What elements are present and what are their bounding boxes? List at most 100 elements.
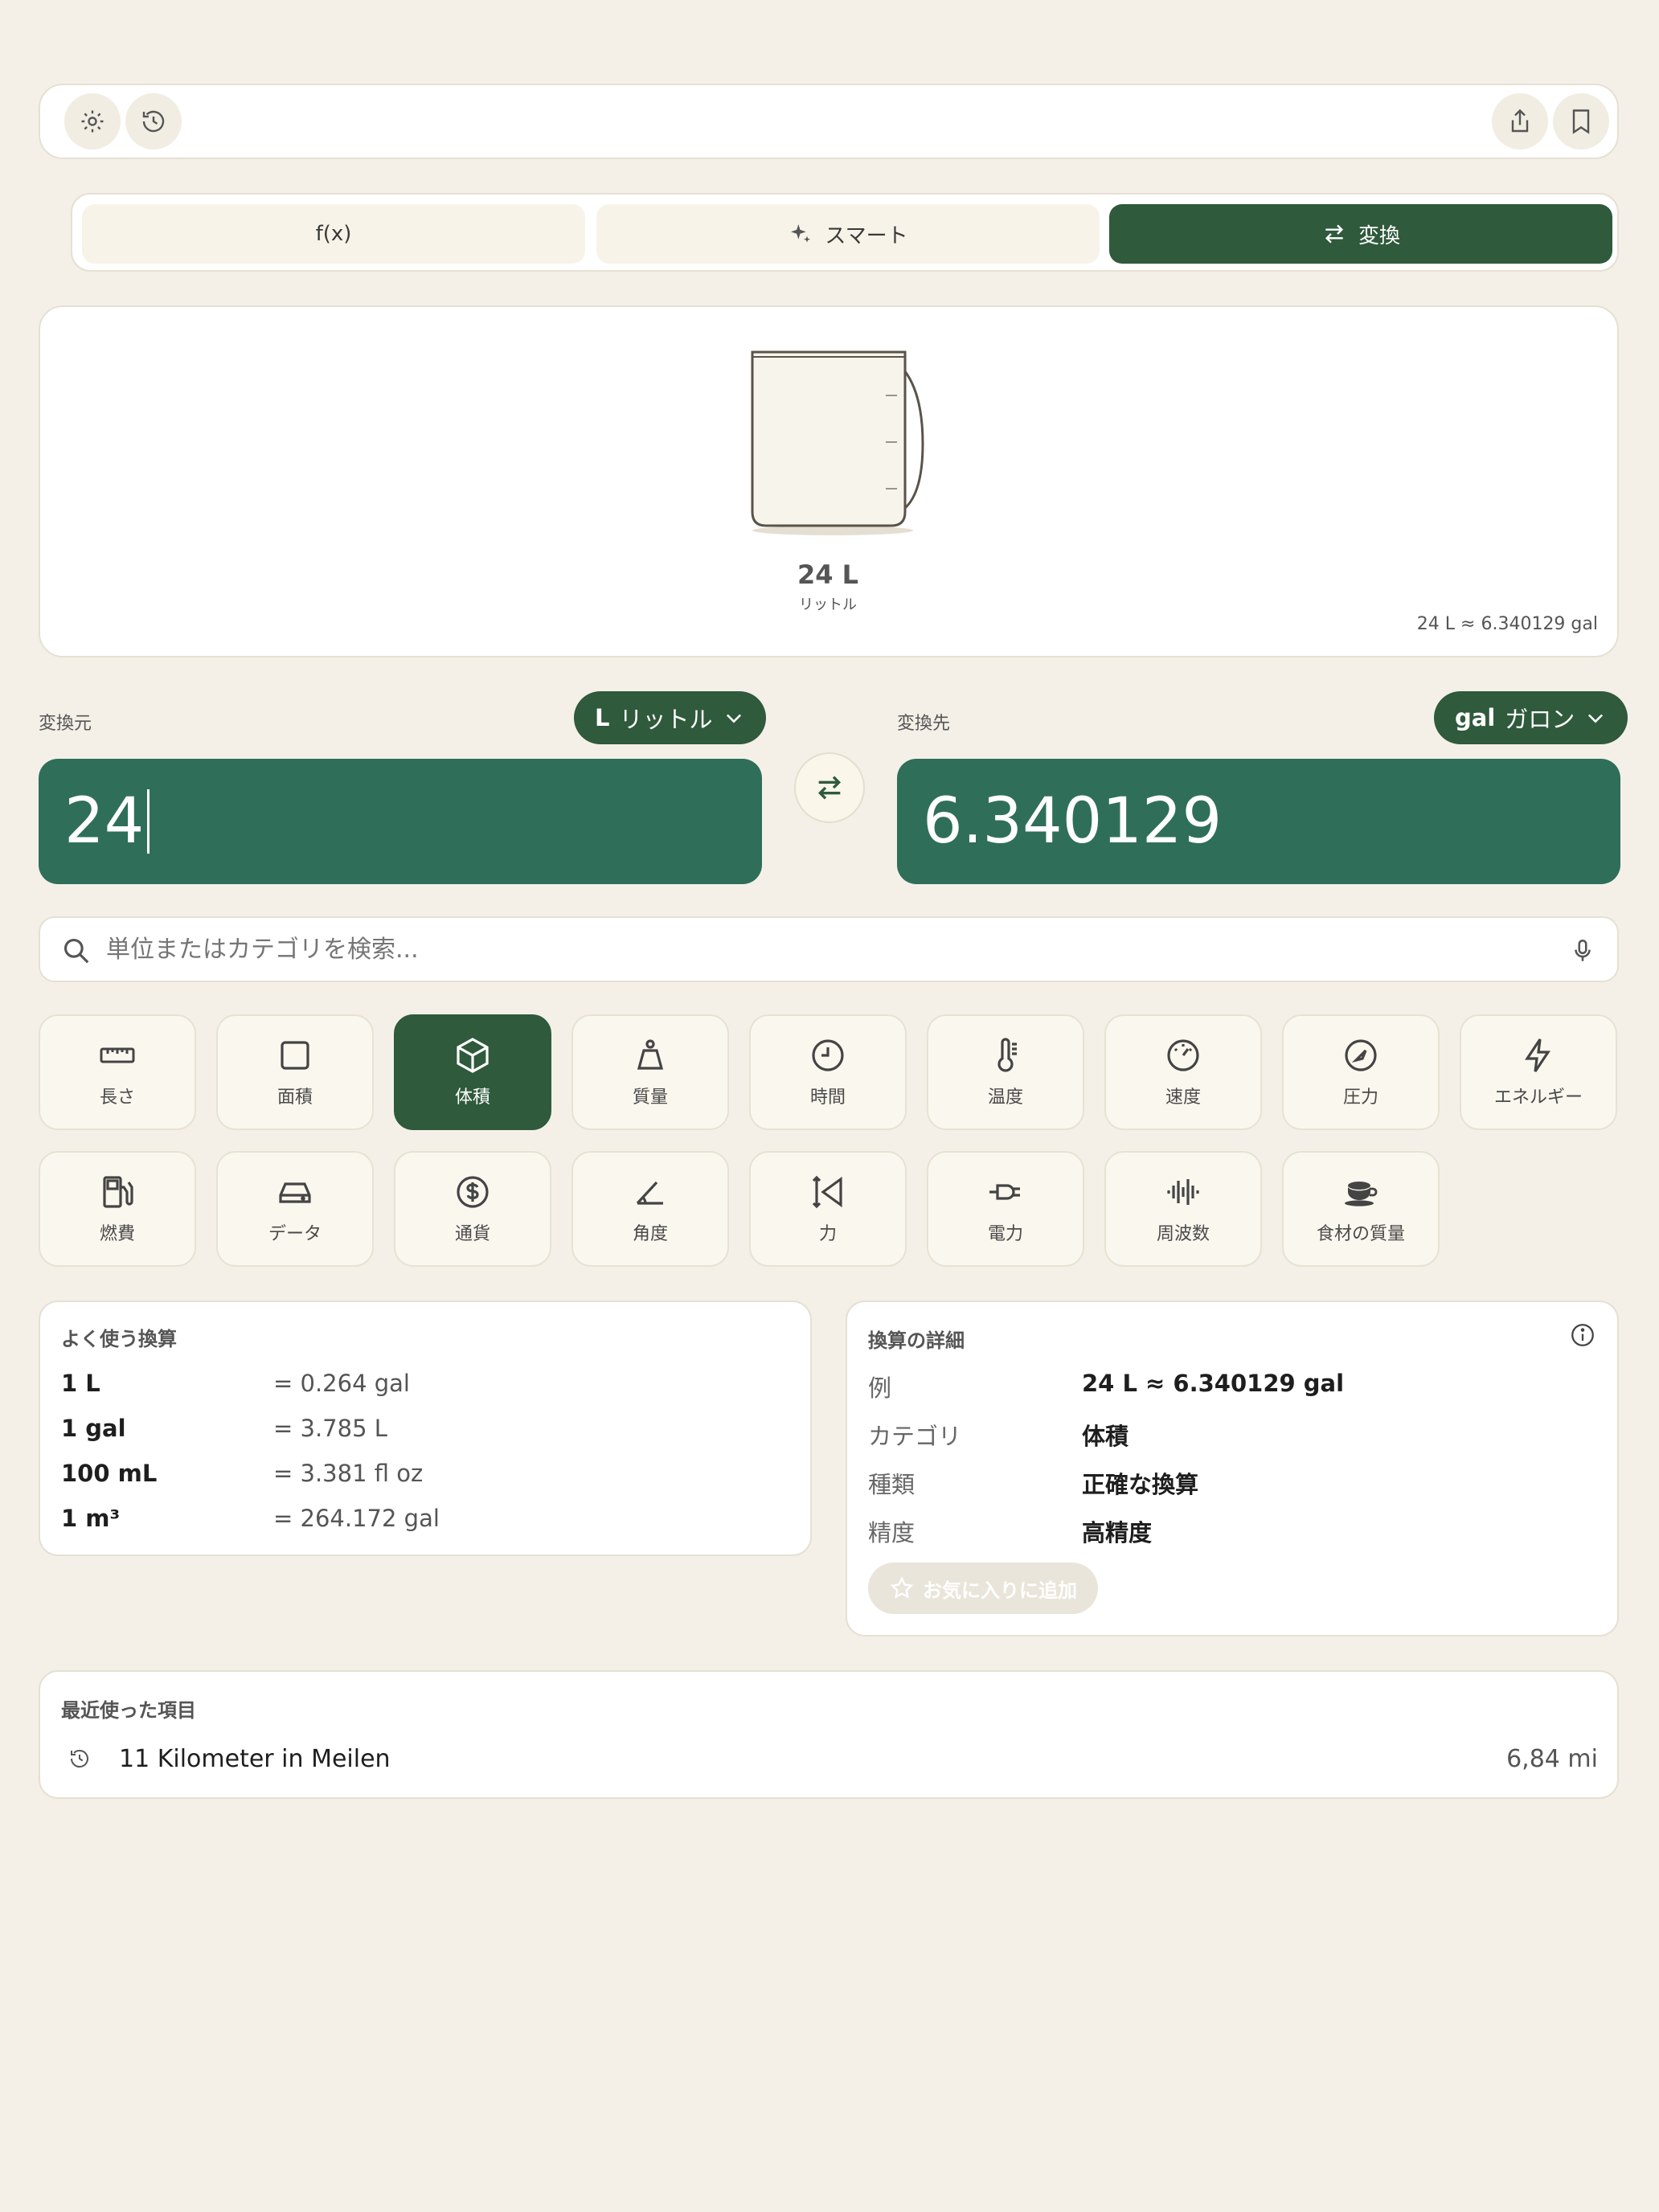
history-button[interactable] xyxy=(125,93,182,150)
category-label: エネルギー xyxy=(1493,1088,1583,1108)
category-energy[interactable]: エネルギー xyxy=(1460,1014,1617,1130)
tab-smart-label: スマート xyxy=(825,223,908,248)
category-currency[interactable]: 通貨 xyxy=(394,1151,551,1267)
settings-button[interactable] xyxy=(64,93,121,150)
mode-tabbar: f(x) スマート 変換 xyxy=(71,193,1619,272)
category-label: 電力 xyxy=(987,1224,1023,1244)
category-speed[interactable]: 速度 xyxy=(1104,1014,1262,1130)
common-row-left: 1 L xyxy=(61,1370,100,1397)
bookmark-button[interactable] xyxy=(1553,93,1609,150)
dollar-icon xyxy=(457,1176,489,1208)
info-icon[interactable] xyxy=(1569,1321,1596,1349)
category-frequency[interactable]: 周波数 xyxy=(1104,1151,1262,1267)
sparkles-icon xyxy=(791,224,811,243)
common-row-right: = 3.381 fl oz xyxy=(273,1460,424,1487)
category-angle[interactable]: 角度 xyxy=(571,1151,729,1267)
detail-key: カテゴリ xyxy=(868,1423,962,1450)
category-mass[interactable]: 質量 xyxy=(571,1014,729,1130)
category-label: 周波数 xyxy=(1156,1224,1210,1244)
conversion-details-card: 換算の詳細 例 24 L ≈ 6.340129 gal カテゴリ 体積 種類 正… xyxy=(846,1301,1619,1636)
star-icon xyxy=(890,1576,914,1599)
category-fuel[interactable]: 燃費 xyxy=(39,1151,196,1267)
recent-item[interactable]: 11 Kilometer in Meilen 6,84 mi xyxy=(61,1736,1598,1781)
tab-convert-label: 変換 xyxy=(1358,223,1400,248)
category-area[interactable]: 面積 xyxy=(216,1014,374,1130)
weight-icon xyxy=(637,1039,664,1070)
category-label: 時間 xyxy=(809,1088,846,1108)
to-value-output[interactable]: 6.340129 xyxy=(897,759,1620,884)
common-row-right: = 264.172 gal xyxy=(273,1505,440,1532)
add-favorite-button[interactable]: お気に入りに追加 xyxy=(868,1563,1098,1614)
category-label: 燃費 xyxy=(99,1224,135,1244)
detail-value: 正確な換算 xyxy=(1082,1471,1199,1498)
top-toolbar xyxy=(39,84,1619,159)
category-label: 温度 xyxy=(987,1088,1023,1108)
category-force[interactable]: 力 xyxy=(749,1151,907,1267)
tab-convert[interactable]: 変換 xyxy=(1109,204,1612,264)
share-button[interactable] xyxy=(1492,93,1548,150)
chevron-down-icon xyxy=(1588,714,1604,723)
from-value-input[interactable]: 24 xyxy=(39,759,762,884)
plug-icon xyxy=(989,1184,1020,1200)
microphone-icon[interactable] xyxy=(1569,937,1596,965)
recent-items-title: 最近使った項目 xyxy=(61,1699,196,1722)
recent-item-label: 11 Kilometer in Meilen xyxy=(119,1744,391,1773)
detail-key: 例 xyxy=(868,1374,892,1402)
share-icon xyxy=(1511,109,1529,133)
common-conversions-title: よく使う換算 xyxy=(61,1328,177,1350)
category-time[interactable]: 時間 xyxy=(749,1014,907,1130)
to-label: 変換先 xyxy=(897,714,951,734)
common-row-right: = 3.785 L xyxy=(273,1415,387,1442)
category-pressure[interactable]: 圧力 xyxy=(1282,1014,1440,1130)
category-food-mass[interactable]: 食材の質量 xyxy=(1282,1151,1440,1267)
category-length[interactable]: 長さ xyxy=(39,1014,196,1130)
illustration-value: 24 L xyxy=(797,559,859,590)
from-unit-selector[interactable]: L リットル xyxy=(574,691,766,744)
swap-units-button[interactable] xyxy=(794,752,865,823)
add-favorite-label: お気に入りに追加 xyxy=(923,1579,1077,1602)
common-row-left: 1 m³ xyxy=(61,1505,121,1532)
bookmark-icon xyxy=(1572,109,1590,134)
category-volume[interactable]: 体積 xyxy=(394,1014,551,1130)
category-label: データ xyxy=(268,1224,322,1244)
category-data[interactable]: データ xyxy=(216,1151,374,1267)
angle-icon xyxy=(636,1181,663,1205)
recent-item-result: 6,84 mi xyxy=(1506,1744,1598,1773)
history-icon xyxy=(71,1750,88,1768)
text-caret xyxy=(147,789,150,854)
illustration-summary: 24 L ≈ 6.340129 gal xyxy=(1416,614,1598,634)
search-input[interactable] xyxy=(106,929,1521,969)
recent-items-card: 最近使った項目 11 Kilometer in Meilen 6,84 mi xyxy=(39,1670,1619,1799)
thermometer-icon xyxy=(997,1038,1017,1072)
clock-icon xyxy=(812,1039,844,1071)
to-unit-selector[interactable]: gal ガロン xyxy=(1434,691,1628,744)
swap-arrows-icon xyxy=(817,776,842,800)
category-label: 体積 xyxy=(454,1088,490,1108)
category-label: 質量 xyxy=(632,1088,668,1108)
category-label: 力 xyxy=(818,1224,837,1244)
drive-icon xyxy=(279,1182,311,1203)
detail-value: 24 L ≈ 6.340129 gal xyxy=(1082,1370,1345,1397)
category-temperature[interactable]: 温度 xyxy=(927,1014,1084,1130)
to-unit-abbr: gal xyxy=(1455,704,1496,731)
common-conversions-card: よく使う換算 1 L = 0.264 gal 1 gal = 3.785 L 1… xyxy=(39,1301,812,1556)
search-bar xyxy=(39,916,1619,982)
from-unit-abbr: L xyxy=(595,704,610,731)
search-icon xyxy=(63,938,89,964)
from-value-text: 24 xyxy=(64,785,145,858)
from-unit-name: リットル xyxy=(619,706,713,733)
common-row-right: = 0.264 gal xyxy=(273,1370,410,1397)
history-icon xyxy=(142,110,165,133)
tab-smart[interactable]: スマート xyxy=(596,204,1100,264)
category-label: 面積 xyxy=(276,1088,313,1108)
from-label: 変換元 xyxy=(39,714,92,734)
tab-fx[interactable]: f(x) xyxy=(82,204,585,264)
category-label: 通貨 xyxy=(454,1224,490,1244)
force-icon xyxy=(812,1175,842,1209)
cube-icon xyxy=(457,1038,489,1073)
swap-arrows-icon xyxy=(1325,224,1344,244)
gauge-icon xyxy=(1345,1039,1377,1071)
category-label: 角度 xyxy=(632,1224,668,1244)
chevron-down-icon xyxy=(726,714,741,723)
category-power[interactable]: 電力 xyxy=(927,1151,1084,1267)
